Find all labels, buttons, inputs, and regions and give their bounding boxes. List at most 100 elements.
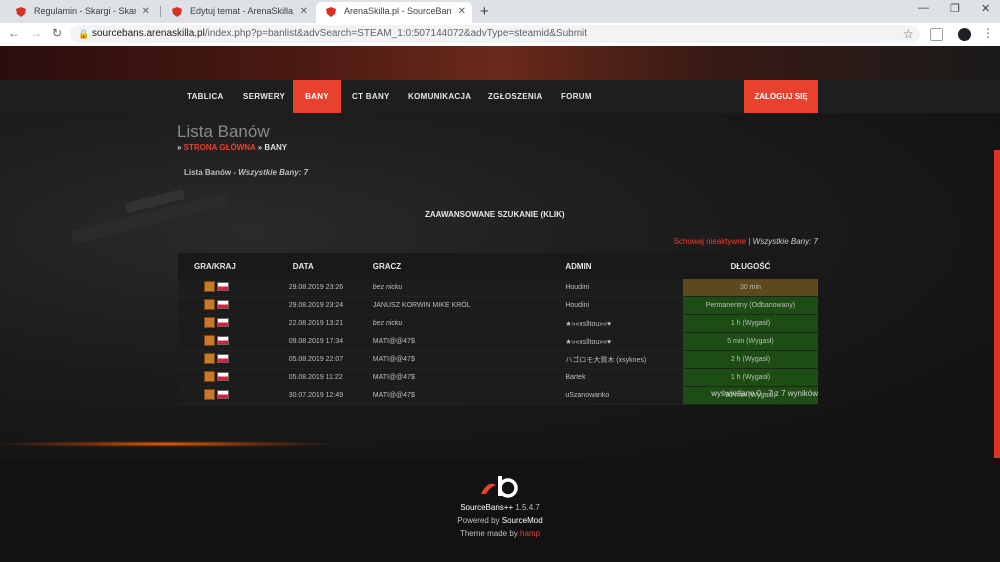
- footer-version-line: SourceBans++ 1.5.4.7: [0, 503, 1000, 512]
- profile-avatar[interactable]: [958, 28, 971, 41]
- game-country-cell: [178, 279, 277, 297]
- shield-favicon-icon: [16, 7, 26, 17]
- game-country-cell: [178, 332, 277, 351]
- nav-forum[interactable]: FORUM: [561, 80, 592, 113]
- nav-tablica[interactable]: TABLICA: [187, 80, 224, 113]
- admin-name: Bartek: [561, 368, 683, 387]
- restore-icon[interactable]: ❐: [950, 2, 960, 15]
- ban-length: 1 h (Wygasł): [682, 368, 818, 387]
- shield-favicon-icon: [172, 7, 182, 17]
- browser-tab[interactable]: Edytuj temat - ArenaSkilla.pl ✕: [162, 2, 314, 23]
- poland-flag-icon: [217, 336, 229, 345]
- close-icon[interactable]: ✕: [458, 2, 466, 21]
- game-country-cell: [178, 368, 277, 387]
- player-name: bez nicku: [358, 279, 562, 297]
- tab-divider: [160, 6, 161, 17]
- browser-tab[interactable]: Regulamin - Skargi - Skargi - Are ✕: [6, 2, 156, 23]
- powered-prefix: Powered by: [457, 516, 502, 525]
- csgo-game-icon: [204, 281, 215, 292]
- poland-flag-icon: [217, 372, 229, 381]
- csgo-game-icon: [204, 317, 215, 328]
- new-tab-icon[interactable]: +: [480, 2, 489, 21]
- sourcemod-link[interactable]: SourceMod: [502, 516, 543, 525]
- table-header-row: GRA/KRAJ DATA GRACZ ADMIN DŁUGOŚĆ: [178, 253, 818, 279]
- ban-date: 05.08.2019 22:07: [276, 350, 359, 369]
- advanced-search-toggle[interactable]: ZAAWANSOWANE SZUKANIE (KLIK): [425, 210, 565, 219]
- product-name[interactable]: SourceBans++: [460, 503, 513, 512]
- poland-flag-icon: [217, 318, 229, 327]
- header-banner: [0, 46, 1000, 80]
- header-player[interactable]: GRACZ: [358, 253, 562, 279]
- page-content: TABLICA SERWERY BANY CT BANY KOMUNIKACJA…: [0, 46, 1000, 562]
- ban-date: 22.08.2019 13:21: [276, 314, 359, 333]
- extension-icon[interactable]: [930, 28, 943, 41]
- header-date[interactable]: DATA: [276, 253, 359, 279]
- nav-ct-bany[interactable]: CT BANY: [352, 80, 390, 113]
- tab-title: ArenaSkilla.pl - SourceBans: [344, 6, 452, 16]
- admin-name: Houdini: [561, 296, 683, 315]
- ban-row[interactable]: 29.08.2019 23:24 JANUSZ KORWIN MIKE KRÓL H…: [178, 296, 818, 315]
- ban-date: 30.07.2019 12:49: [276, 386, 359, 405]
- pagination-info: wyświetlane 0 - 7 z 7 wyników: [711, 389, 818, 398]
- poland-flag-icon: [217, 282, 229, 291]
- player-name: MATI@@47$: [358, 368, 562, 387]
- csgo-game-icon: [204, 299, 215, 310]
- url-text: sourcebans.arenaskilla.pl/index.php?p=ba…: [92, 25, 587, 43]
- ban-row[interactable]: 05.08.2019 11:22 MATI@@47$ Bartek 1 h (Wyga…: [178, 368, 818, 387]
- browser-tab-active[interactable]: ArenaSkilla.pl - SourceBans ✕: [316, 2, 472, 23]
- player-name: MATI@@47$: [358, 350, 562, 369]
- url-host: sourcebans.arenaskilla.pl: [92, 28, 205, 39]
- admin-name: Houdini: [561, 279, 683, 297]
- theme-author-link[interactable]: hamp: [520, 529, 540, 538]
- breadcrumb-home-link[interactable]: STRONA GŁÓWNA: [184, 143, 256, 152]
- admin-name: ハゴロモ大賀木 (xsyknes): [561, 350, 683, 369]
- tab-title: Regulamin - Skargi - Skargi - Are: [34, 6, 136, 16]
- main-navigation: TABLICA SERWERY BANY CT BANY KOMUNIKACJA…: [0, 80, 1000, 113]
- hide-inactive-link[interactable]: Schowaj nieaktywne: [674, 237, 746, 246]
- sourcebans-logo-icon: [481, 476, 518, 498]
- nav-serwery[interactable]: SERWERY: [243, 80, 285, 113]
- header-game-country[interactable]: GRA/KRAJ: [178, 253, 277, 279]
- ban-date: 29.08.2019 23:24: [276, 296, 359, 315]
- window-close-icon[interactable]: ✕: [981, 2, 990, 15]
- kebab-menu-icon[interactable]: ⋮: [982, 26, 994, 40]
- subheading-count: Wszystkie Bany: 7: [238, 168, 309, 177]
- page-title: Lista Banów: [177, 122, 270, 141]
- game-country-cell: [178, 296, 277, 315]
- login-button[interactable]: ZALOGUJ SIĘ: [744, 80, 818, 113]
- admin-name: uSzanowanko: [561, 386, 683, 405]
- back-arrow-icon[interactable]: ←: [8, 26, 20, 40]
- ban-row[interactable]: 09.08.2019 17:34 MATI@@47$ ★»«xslltou»«♥ 5 …: [178, 332, 818, 351]
- footer-theme-line: Theme made by hamp: [0, 529, 1000, 538]
- close-icon[interactable]: ✕: [300, 2, 308, 21]
- tab-title: Edytuj temat - ArenaSkilla.pl: [190, 6, 294, 16]
- game-country-cell: [178, 386, 277, 405]
- footer-powered-line: Powered by SourceMod: [0, 516, 1000, 525]
- bookmark-star-icon[interactable]: ☆: [903, 27, 914, 41]
- ban-length: Permanentny (Odbanowany): [682, 296, 818, 315]
- header-length[interactable]: DŁUGOŚĆ: [682, 253, 818, 279]
- lock-icon: 🔒: [78, 29, 90, 39]
- nav-bany[interactable]: BANY: [293, 80, 341, 113]
- header-admin[interactable]: ADMIN: [561, 253, 683, 279]
- ban-row[interactable]: 29.08.2019 23:26 bez nicku Houdini 30 min: [178, 279, 818, 297]
- filter-bar: Schowaj nieaktywne | Wszystkie Bany: 7: [674, 237, 818, 246]
- ban-length: 5 min (Wygasł): [682, 332, 818, 351]
- subheading-prefix: Lista Banów -: [184, 168, 239, 177]
- address-bar[interactable]: 🔒 sourcebans.arenaskilla.pl/index.php?p=…: [70, 25, 920, 43]
- ban-row[interactable]: 22.08.2019 13:21 bez nicku ★»«xslltou»«♥ 1 …: [178, 314, 818, 333]
- product-version: 1.5.4.7: [513, 503, 540, 512]
- csgo-game-icon: [204, 371, 215, 382]
- csgo-game-icon: [204, 389, 215, 400]
- minimize-icon[interactable]: —: [918, 2, 929, 14]
- nav-komunikacja[interactable]: KOMUNIKACJA: [408, 80, 471, 113]
- csgo-game-icon: [204, 335, 215, 346]
- footer: SourceBans++ 1.5.4.7 Powered by SourceMo…: [0, 458, 1000, 562]
- ban-row[interactable]: 05.08.2019 22:07 MATI@@47$ ハゴロモ大賀木 (xsykne…: [178, 350, 818, 369]
- poland-flag-icon: [217, 300, 229, 309]
- nav-zgloszenia[interactable]: ZGŁOSZENIA: [488, 80, 543, 113]
- ban-length: 30 min: [682, 279, 818, 297]
- reload-icon[interactable]: ↻: [52, 26, 62, 40]
- close-icon[interactable]: ✕: [142, 2, 150, 21]
- forward-arrow-icon[interactable]: →: [30, 26, 42, 40]
